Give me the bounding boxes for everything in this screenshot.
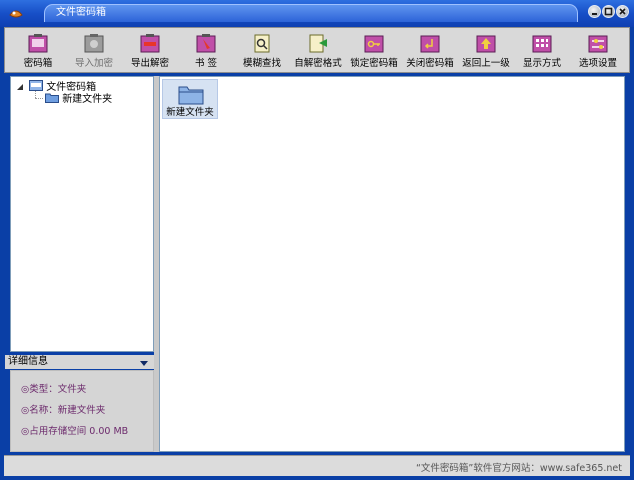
title-tab bbox=[44, 4, 578, 22]
tree-item-new-folder-label: 新建文件夹 bbox=[62, 94, 113, 105]
minimize-button[interactable] bbox=[588, 5, 601, 18]
status-bar: “文件密码箱”软件官方网站：www.safe365.net bbox=[4, 455, 630, 476]
export-decrypt-icon bbox=[140, 34, 160, 53]
details-header[interactable]: 详细信息 bbox=[5, 355, 154, 369]
close-box-label: 关闭密码箱 bbox=[406, 58, 454, 69]
details-title: 详细信息 bbox=[8, 356, 48, 367]
collapse-button[interactable] bbox=[140, 359, 148, 370]
bookmark-button[interactable]: 书 签 bbox=[178, 31, 234, 71]
view-mode-icon bbox=[532, 35, 552, 53]
detail-size: ◎占用存储空间 0.00 MB bbox=[21, 426, 129, 437]
password-box-tree-icon bbox=[29, 80, 43, 91]
status-website-text: “文件密码箱”软件官方网站：www.safe365.net bbox=[415, 463, 622, 474]
import-encrypt-button[interactable]: 导入加密 bbox=[66, 31, 122, 71]
options-label: 选项设置 bbox=[578, 58, 617, 69]
bookmark-label: 书 签 bbox=[194, 58, 218, 69]
import-encrypt-icon bbox=[84, 34, 104, 53]
lock-box-button[interactable]: 锁定密码箱 bbox=[346, 31, 402, 71]
toolbar: 密码箱 导入加密 导出解密 书 签 模糊查找 自解密格式 锁定密码箱 关闭密码箱… bbox=[4, 27, 630, 73]
fuzzy-search-icon bbox=[254, 34, 270, 53]
folder-tree[interactable]: 文件密码箱 新建文件夹 bbox=[10, 76, 154, 352]
app-window: 文件密码箱 密码箱 导入加密 导出解密 书 签 模糊查找 自解密格式 锁定密码箱… bbox=[0, 0, 634, 480]
chevron-down-icon bbox=[140, 361, 148, 366]
tree-connector-h bbox=[35, 98, 43, 100]
options-icon bbox=[588, 35, 608, 53]
close-button[interactable] bbox=[616, 5, 629, 18]
self-decrypt-format-label: 自解密格式 bbox=[294, 58, 342, 69]
up-level-button[interactable]: 返回上一级 bbox=[458, 31, 514, 71]
self-decrypt-format-icon bbox=[309, 34, 327, 53]
password-box-icon bbox=[28, 34, 48, 53]
triangle-down-icon bbox=[17, 84, 23, 90]
up-level-icon bbox=[476, 35, 496, 53]
import-encrypt-label: 导入加密 bbox=[74, 58, 113, 69]
password-box-label: 密码箱 bbox=[23, 58, 53, 69]
details-panel: ◎类型：文件夹 ◎名称：新建文件夹 ◎占用存储空间 0.00 MB bbox=[10, 370, 154, 452]
view-mode-button[interactable]: 显示方式 bbox=[514, 31, 570, 71]
fuzzy-search-label: 模糊查找 bbox=[242, 58, 281, 69]
self-decrypt-format-button[interactable]: 自解密格式 bbox=[290, 31, 346, 71]
list-item-label: 新建文件夹 bbox=[166, 107, 214, 118]
close-box-icon bbox=[420, 35, 440, 53]
close-icon bbox=[619, 8, 626, 15]
tree-connector bbox=[35, 91, 37, 98]
maximize-button[interactable] bbox=[602, 5, 615, 18]
lock-box-label: 锁定密码箱 bbox=[350, 58, 398, 69]
tree-item-new-folder[interactable]: 新建文件夹 bbox=[45, 92, 113, 105]
export-decrypt-label: 导出解密 bbox=[130, 58, 169, 69]
bookmark-icon bbox=[196, 34, 216, 53]
title-bar[interactable]: 文件密码箱 bbox=[0, 0, 634, 27]
maximize-icon bbox=[604, 7, 613, 16]
up-level-label: 返回上一级 bbox=[462, 58, 510, 69]
app-logo-icon[interactable] bbox=[8, 6, 24, 20]
close-box-button[interactable]: 关闭密码箱 bbox=[402, 31, 458, 71]
tree-expand-toggle[interactable] bbox=[17, 82, 23, 90]
fuzzy-search-button[interactable]: 模糊查找 bbox=[234, 31, 290, 71]
password-box-button[interactable]: 密码箱 bbox=[10, 31, 66, 71]
window-title: 文件密码箱 bbox=[56, 7, 106, 18]
view-mode-label: 显示方式 bbox=[522, 58, 561, 69]
list-item-new-folder[interactable]: 新建文件夹 bbox=[162, 79, 218, 119]
file-list[interactable]: 新建文件夹 bbox=[159, 76, 625, 452]
detail-name: ◎名称：新建文件夹 bbox=[21, 405, 106, 416]
export-decrypt-button[interactable]: 导出解密 bbox=[122, 31, 178, 71]
options-button[interactable]: 选项设置 bbox=[570, 31, 626, 71]
lock-box-icon bbox=[364, 35, 384, 53]
folder-icon bbox=[178, 86, 204, 105]
minimize-icon bbox=[592, 13, 597, 15]
folder-icon bbox=[45, 93, 59, 103]
tree-item-root[interactable]: 文件密码箱 bbox=[29, 80, 96, 93]
detail-type: ◎类型：文件夹 bbox=[21, 384, 87, 395]
